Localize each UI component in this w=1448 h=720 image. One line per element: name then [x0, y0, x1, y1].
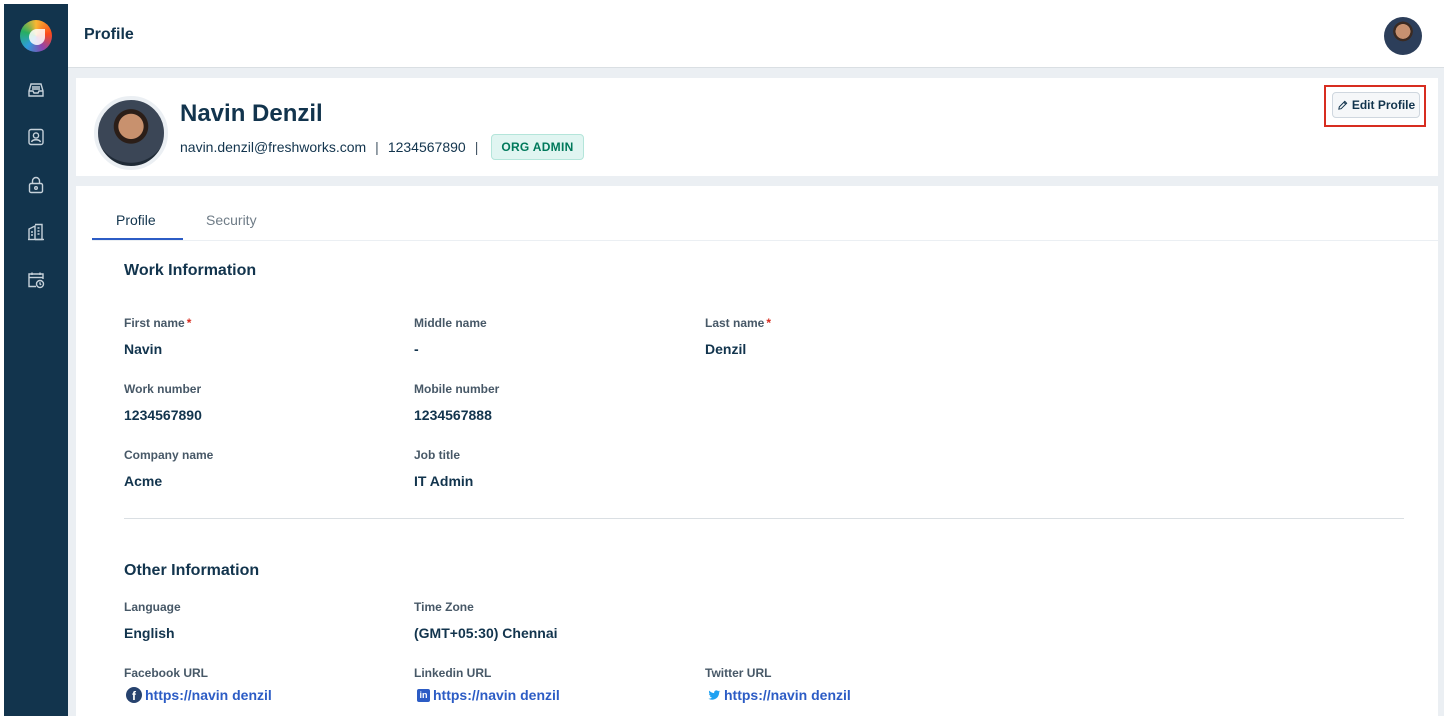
company-name-label: Company name	[124, 448, 214, 462]
role-badge: ORG ADMIN	[491, 134, 584, 160]
top-bar: Profile	[68, 4, 1444, 68]
twitter-url-value: https://navin denzil	[724, 687, 851, 703]
profile-name: Navin Denzil	[180, 100, 323, 127]
time-zone-value: (GMT+05:30) Chennai	[414, 625, 558, 641]
language-label: Language	[124, 600, 181, 614]
profile-avatar	[94, 96, 168, 170]
app-frame: Profile Navin Denzil navin.denzil@freshw…	[4, 4, 1444, 716]
language-value: English	[124, 625, 175, 641]
edit-profile-button[interactable]: Edit Profile	[1332, 92, 1420, 118]
middle-name-value: -	[414, 341, 419, 357]
profile-meta: navin.denzil@freshworks.com | 1234567890…	[180, 134, 584, 160]
page-title: Profile	[84, 26, 134, 43]
edit-profile-label: Edit Profile	[1351, 98, 1416, 112]
mobile-number-label: Mobile number	[414, 382, 500, 396]
linkedin-icon: in	[417, 688, 430, 702]
facebook-url-label: Facebook URL	[124, 666, 209, 680]
twitter-url-label: Twitter URL	[705, 666, 772, 680]
meta-separator: |	[375, 139, 379, 155]
sidebar	[4, 4, 68, 716]
profile-email: navin.denzil@freshworks.com	[180, 139, 367, 155]
linkedin-url-value: https://navin denzil	[433, 687, 560, 703]
work-number-label: Work number	[124, 382, 202, 396]
active-tab-indicator	[92, 238, 183, 240]
job-title-label: Job title	[414, 448, 461, 462]
other-information-title: Other Information	[124, 562, 260, 579]
facebook-url-value: https://navin denzil	[145, 687, 272, 703]
first-name-value: Navin	[124, 341, 163, 357]
section-divider	[124, 518, 1404, 519]
inbox-icon[interactable]	[24, 78, 48, 102]
required-marker: *	[186, 316, 192, 330]
facebook-icon: f	[126, 687, 142, 703]
linkedin-url-link[interactable]: in https://navin denzil	[417, 687, 560, 703]
profile-content: Profile Security Work Information First …	[76, 186, 1438, 716]
linkedin-url-label: Linkedin URL	[414, 666, 492, 680]
tab-profile[interactable]: Profile	[116, 212, 156, 228]
lock-icon[interactable]	[24, 173, 48, 197]
time-zone-label: Time Zone	[414, 600, 474, 614]
twitter-url-link[interactable]: https://navin denzil	[707, 687, 851, 703]
tab-security[interactable]: Security	[206, 212, 257, 228]
twitter-icon	[708, 690, 721, 700]
mobile-number-value: 1234567888	[414, 407, 492, 423]
profile-phone: 1234567890	[387, 139, 466, 155]
app-logo[interactable]	[20, 20, 52, 52]
user-avatar[interactable]	[1384, 17, 1422, 55]
last-name-label: Last name *	[705, 316, 772, 330]
middle-name-label: Middle name	[414, 316, 487, 330]
profile-header: Navin Denzil navin.denzil@freshworks.com…	[76, 78, 1438, 176]
job-title-value: IT Admin	[414, 473, 474, 489]
work-number-value: 1234567890	[124, 407, 202, 423]
facebook-url-link[interactable]: f https://navin denzil	[126, 687, 272, 703]
tab-bar: Profile Security	[92, 186, 1438, 241]
first-name-label: First name *	[124, 316, 192, 330]
contact-icon[interactable]	[24, 125, 48, 149]
required-marker: *	[766, 316, 772, 330]
pencil-icon	[1338, 100, 1348, 110]
last-name-value: Denzil	[705, 341, 747, 357]
meta-separator: |	[474, 139, 479, 155]
company-name-value: Acme	[124, 473, 163, 489]
building-icon[interactable]	[24, 220, 48, 244]
work-information-title: Work Information	[124, 262, 257, 279]
calendar-clock-icon[interactable]	[24, 268, 48, 292]
